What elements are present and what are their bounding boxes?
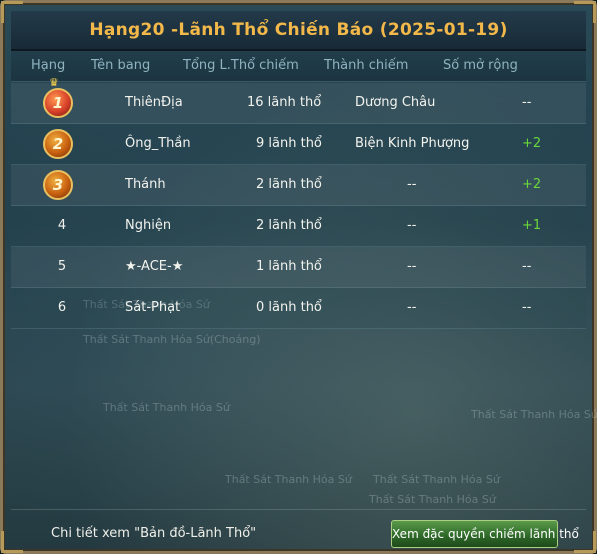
- column-header-guild-name: Tên bang: [91, 58, 151, 73]
- territory-count: 2 lãnh thổ: [256, 218, 322, 233]
- table-row[interactable]: 1 ♛ ThiênĐịa 16 lãnh thổ Dương Châu --: [11, 77, 586, 124]
- city-captured: --: [407, 300, 417, 315]
- window-title: Hạng20 -Lãnh Thổ Chiến Báo (2025-01-19): [89, 20, 508, 40]
- table-row[interactable]: 4 Nghiện 2 lãnh thổ -- +1: [11, 206, 586, 247]
- window-footer: Chi tiết xem "Bản đồ-Lãnh Thổ" Xem đặc q…: [11, 509, 586, 550]
- background-label: Thất Sát Thanh Hóa Sứ: [373, 473, 500, 486]
- city-captured: --: [407, 218, 417, 233]
- table-row[interactable]: 3 Thánh 2 lãnh thổ -- +2: [11, 165, 586, 206]
- title-bar: Hạng20 -Lãnh Thổ Chiến Báo (2025-01-19): [11, 11, 586, 51]
- expansion-count: --: [522, 95, 532, 110]
- territory-count: 9 lãnh thổ: [256, 136, 322, 151]
- expansion-count: +2: [522, 136, 542, 151]
- background-label: Thất Sát Thanh Hóa Sứ: [471, 408, 597, 421]
- background-label: Thất Sát Thanh Hóa Sứ: [103, 401, 230, 414]
- table-row[interactable]: 2 Ông_Thần 9 lãnh thổ Biện Kinh Phượng +…: [11, 124, 586, 165]
- city-captured: --: [407, 259, 417, 274]
- city-captured: --: [407, 177, 417, 192]
- guild-name: Sát-Phạt: [125, 300, 181, 315]
- expansion-count: --: [522, 300, 532, 315]
- column-header-total-territories: Tổng L.Thổ chiếm: [183, 58, 299, 73]
- background-label: Thất Sát Thanh Hóa Sứ(Choáng): [83, 333, 261, 346]
- table-row[interactable]: 6 Sát-Phạt 0 lãnh thổ -- --: [11, 288, 586, 329]
- table-row[interactable]: 5 ★-ACE-★ 1 lãnh thổ -- --: [11, 247, 586, 288]
- rank-2-medal-icon: 2: [43, 129, 73, 159]
- crown-icon: ♛: [49, 76, 59, 89]
- background-label: Thất Sát Thanh Hóa Sứ: [225, 473, 352, 486]
- rank-3-medal-icon: 3: [43, 170, 73, 200]
- rank-number: 5: [57, 259, 67, 274]
- expansion-count: --: [522, 259, 532, 274]
- rank-1-medal-icon: 1: [43, 88, 73, 118]
- territory-count: 2 lãnh thổ: [256, 177, 322, 192]
- guild-name: Ông_Thần: [125, 136, 191, 151]
- view-territory-privileges-button[interactable]: Xem đặc quyền chiếm lãnh thổ: [391, 520, 579, 548]
- city-captured: Dương Châu: [355, 95, 436, 110]
- territory-count: 1 lãnh thổ: [256, 259, 322, 274]
- rank-number: 6: [57, 300, 67, 315]
- map-hint-text: Chi tiết xem "Bản đồ-Lãnh Thổ": [51, 526, 257, 541]
- guild-name: ThiênĐịa: [125, 95, 183, 110]
- expansion-count: +1: [522, 218, 542, 233]
- territory-war-report-window: Hạng20 -Lãnh Thổ Chiến Báo (2025-01-19) …: [0, 0, 597, 554]
- rank-number: 4: [57, 218, 67, 233]
- background-label: Thất Sát Thanh Hóa Sứ: [369, 493, 496, 506]
- table-header: Hạng Tên bang Tổng L.Thổ chiếm Thành chi…: [11, 51, 586, 82]
- column-header-cities-captured: Thành chiếm: [324, 58, 409, 73]
- expansion-count: +2: [522, 177, 542, 192]
- territory-count: 16 lãnh thổ: [247, 95, 322, 110]
- guild-name: ★-ACE-★: [125, 259, 184, 274]
- guild-name: Nghiện: [125, 218, 172, 233]
- territory-count: 0 lãnh thổ: [256, 300, 322, 315]
- city-captured: Biện Kinh Phượng: [355, 136, 470, 151]
- guild-name: Thánh: [125, 177, 166, 192]
- column-header-expansion-count: Số mở rộng: [443, 58, 518, 73]
- column-header-rank: Hạng: [31, 58, 66, 73]
